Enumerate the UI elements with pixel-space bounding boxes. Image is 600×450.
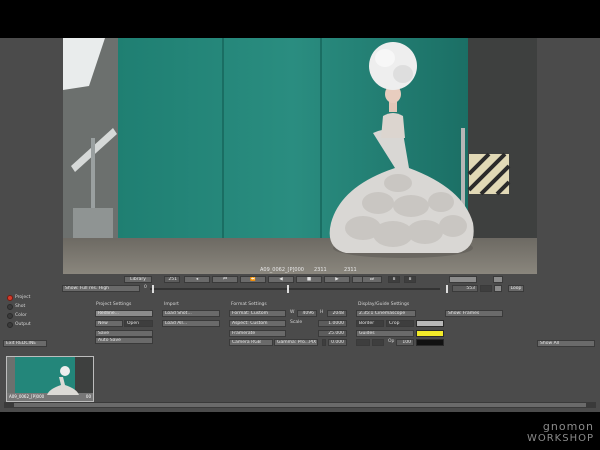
view-output-radio[interactable]: [7, 322, 13, 328]
loop-button[interactable]: Loop: [508, 285, 524, 292]
format-dropdown[interactable]: Format: Custom: [229, 310, 286, 317]
image-viewer[interactable]: A09_0062_[P]000 2311 2311: [63, 38, 537, 274]
go-start-button[interactable]: ⏮: [212, 276, 238, 283]
format-extra-field[interactable]: 0.000: [328, 339, 347, 346]
height-label: H: [320, 310, 324, 315]
border-toggle[interactable]: Border: [356, 320, 384, 327]
transport-extra-button[interactable]: [449, 276, 477, 283]
opacity-field[interactable]: 100: [396, 339, 414, 346]
frame-a-overlay: 2311: [314, 267, 327, 273]
opacity-label: Op: [388, 339, 395, 344]
guide-color-swatch[interactable]: [416, 330, 444, 337]
end-frame-field[interactable]: 553: [452, 285, 478, 292]
framerate-dropdown[interactable]: Framerate: [229, 330, 286, 337]
view-project-label: Project: [15, 295, 31, 300]
load-all-button[interactable]: Load All...: [162, 320, 220, 327]
previous-button[interactable]: ⏪: [240, 276, 266, 283]
redline-button[interactable]: Redline...: [95, 310, 153, 317]
bin-scrollbar[interactable]: [4, 402, 596, 408]
timeline-option-button-2[interactable]: [494, 285, 502, 292]
thumbnail-badge: 00: [85, 394, 91, 399]
transport-bar: Library 251 ◂ ⏮ ⏪ ◀ ■ ▶ ⏩ ⏭ 8 8: [0, 275, 600, 285]
view-color-radio[interactable]: [7, 313, 13, 319]
exit-redcine-button[interactable]: Exit REDCINE: [3, 340, 47, 347]
crop-toggle[interactable]: Crop: [386, 320, 414, 327]
show-resolution-dropdown[interactable]: Show: Full res. High: [62, 285, 140, 292]
transport-small-button[interactable]: [493, 276, 503, 283]
auto-save-button[interactable]: Auto Save: [95, 337, 153, 344]
stop-button[interactable]: ■: [296, 276, 322, 283]
library-button[interactable]: Library: [124, 276, 152, 283]
open-project-button[interactable]: Open: [124, 320, 153, 327]
letterbox-top: [0, 0, 600, 38]
mark-b-button[interactable]: 8: [404, 276, 416, 283]
color-space-dropdown[interactable]: Camera RGB: [229, 339, 273, 346]
project-settings-title: Project Settings: [96, 302, 132, 307]
out-point-handle[interactable]: [446, 285, 448, 293]
view-output-label: Output: [15, 322, 31, 327]
scale-field[interactable]: 1.0000: [318, 320, 347, 327]
show-all-dropdown[interactable]: Show All: [537, 340, 595, 347]
bin-scroll-thumb[interactable]: [14, 403, 586, 407]
letterbox-bottom: gnomon WORKSHOP: [0, 412, 600, 450]
import-title: Import: [164, 302, 179, 307]
aspect-dropdown[interactable]: Aspect: Custom: [229, 320, 286, 327]
view-shot-radio[interactable]: [7, 304, 13, 310]
guide-background-swatch[interactable]: [416, 339, 444, 346]
gnomon-workshop-logo: gnomon WORKSHOP: [527, 420, 594, 444]
frame-b-overlay: 2311: [344, 267, 357, 273]
width-field[interactable]: 4096: [297, 310, 317, 317]
width-label: W: [290, 310, 295, 315]
format-settings-title: Format Settings: [231, 302, 267, 307]
border-color-swatch[interactable]: [416, 320, 444, 327]
timeline-track[interactable]: [150, 288, 440, 290]
guide-ratio-dropdown[interactable]: 2.35:1 Cinemascope: [356, 310, 416, 317]
playhead-handle[interactable]: [287, 285, 289, 293]
mark-a-button[interactable]: 8: [388, 276, 400, 283]
save-project-button[interactable]: Save: [95, 330, 153, 337]
redcine-app: A09_0062_[P]000 2311 2311 Library 251 ◂ …: [0, 38, 600, 412]
shot-name-overlay: A09_0062_[P]000: [260, 267, 304, 273]
new-project-button[interactable]: New: [95, 320, 123, 327]
logo-line-1: gnomon: [542, 420, 594, 433]
load-shot-button[interactable]: Load Shot...: [162, 310, 220, 317]
viewer-frame-image: [63, 38, 537, 274]
thumbnail-label: A09_0062_[P]000: [9, 394, 45, 399]
timeline-option-button[interactable]: [480, 285, 492, 292]
guide-option-button-2[interactable]: [372, 339, 384, 346]
logo-line-2: WORKSHOP: [526, 433, 594, 444]
step-forward-button[interactable]: ▶: [324, 276, 350, 283]
timeline-start-frame: 0: [144, 285, 147, 290]
current-frame-field[interactable]: 251: [164, 276, 180, 283]
play-reverse-button[interactable]: ◂: [184, 276, 210, 283]
format-option-toggle[interactable]: [322, 339, 326, 346]
in-point-handle[interactable]: [152, 285, 154, 293]
display-guide-title: Display/Guide Settings: [358, 302, 410, 307]
go-end-button[interactable]: ⏭: [362, 276, 382, 283]
gamma-dropdown[interactable]: Gamma: Pro...PIX: [274, 339, 318, 346]
step-back-button[interactable]: ◀: [268, 276, 294, 283]
guides-toggle[interactable]: Guides: [356, 330, 414, 337]
guide-option-button[interactable]: [356, 339, 370, 346]
show-frames-dropdown[interactable]: Show: Frames: [445, 310, 503, 317]
view-color-label: Color: [15, 313, 27, 318]
framerate-field[interactable]: 25.000: [318, 330, 347, 337]
view-project-radio[interactable]: [7, 295, 13, 301]
scale-label: Scale: [290, 320, 303, 325]
height-field[interactable]: 2048: [327, 310, 347, 317]
view-shot-label: Shot: [15, 304, 26, 309]
shot-thumbnail[interactable]: A09_0062_[P]000 00: [6, 356, 94, 402]
